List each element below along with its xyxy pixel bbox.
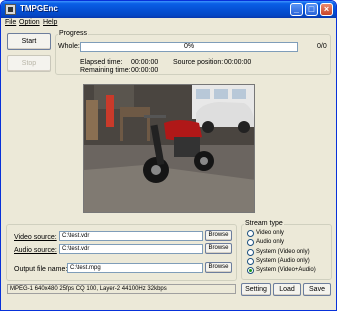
progress-percent: 0% [183, 43, 195, 50]
radio-button[interactable] [247, 239, 254, 246]
audio-source-label: Audio source: [14, 247, 57, 254]
menu-file[interactable]: File [5, 18, 16, 27]
preview-image [84, 85, 254, 212]
setting-button[interactable]: Setting [241, 283, 271, 296]
menu-help[interactable]: Help [43, 18, 57, 27]
main-window: TMPGEnc _ □ × File Option Help Start Sto… [0, 0, 337, 311]
radio-button[interactable] [247, 230, 254, 237]
elapsed-time-label: Elapsed time: [80, 59, 123, 66]
radio-label: Audio only [256, 239, 285, 245]
radio-button[interactable] [247, 258, 254, 265]
title-bar[interactable]: TMPGEnc _ □ × [1, 1, 336, 18]
radio-label: System (Video only) [256, 249, 310, 255]
video-browse-button[interactable]: Browse [205, 230, 232, 241]
app-icon [5, 4, 16, 15]
progress-group-title: Progress [58, 30, 89, 38]
output-file-field[interactable]: C:\test.mpg [67, 263, 203, 273]
whole-label: Whole: [58, 43, 80, 50]
radio-label: System (Video+Audio) [256, 267, 316, 273]
video-source-field[interactable]: C:\test.vdr [59, 231, 203, 241]
radio-label: Video only [256, 230, 284, 236]
elapsed-time-value: 00:00:00 [131, 59, 159, 66]
remaining-time-label: Remaining time: [80, 67, 131, 74]
save-button[interactable]: Save [303, 283, 331, 296]
whole-progress-bar: 0% [80, 42, 298, 52]
close-button[interactable]: × [320, 3, 333, 16]
menu-option[interactable]: Option [19, 18, 40, 27]
minimize-button[interactable]: _ [290, 3, 303, 16]
status-bar: MPEG-1 640x480 25fps CQ 100, Layer-2 441… [7, 284, 236, 294]
output-file-label: Output file name: [14, 266, 68, 273]
output-browse-button[interactable]: Browse [205, 262, 232, 273]
source-position-value: 00:00:00 [224, 59, 252, 66]
progress-count: 0/0 [317, 43, 327, 50]
load-button[interactable]: Load [273, 283, 301, 296]
stop-button[interactable]: Stop [7, 55, 51, 72]
radio-button[interactable] [247, 249, 254, 256]
video-source-label: Video source: [14, 234, 57, 241]
radio-label: System (Audio only) [256, 258, 310, 264]
audio-browse-button[interactable]: Browse [205, 243, 232, 254]
maximize-button[interactable]: □ [305, 3, 318, 16]
window-title: TMPGEnc [20, 4, 58, 13]
audio-source-field[interactable]: C:\test.vdr [59, 244, 203, 254]
remaining-time-value: 00:00:00 [131, 67, 159, 74]
source-position-label: Source position: [173, 59, 224, 66]
radio-button[interactable] [247, 267, 254, 274]
menu-bar: File Option Help [1, 18, 336, 27]
video-preview [83, 84, 255, 213]
start-button[interactable]: Start [7, 33, 51, 50]
stream-type-title: Stream type [244, 220, 284, 228]
